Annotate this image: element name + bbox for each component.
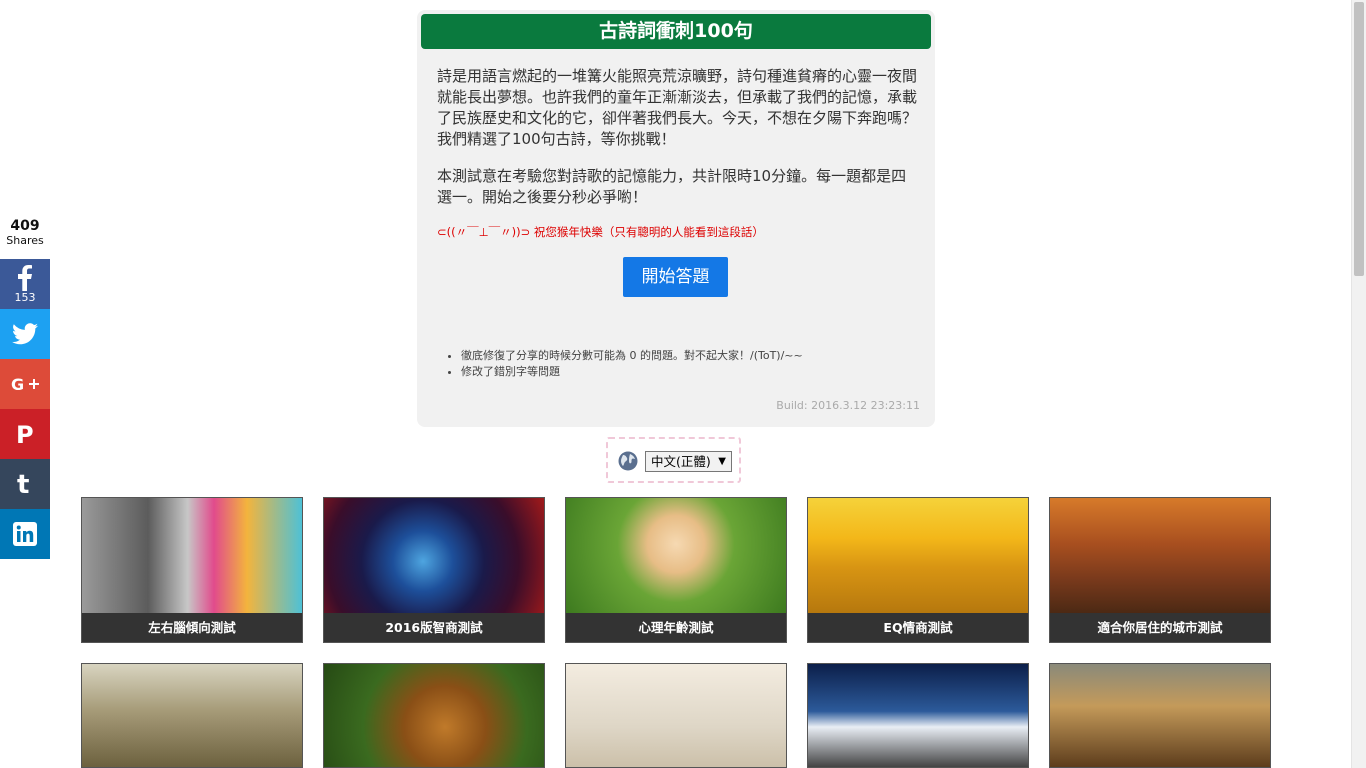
svg-text:G: G <box>11 375 24 394</box>
twitter-share-button[interactable] <box>0 309 50 359</box>
quiz-tile[interactable] <box>323 663 545 768</box>
quiz-tile-iq[interactable]: 2016版智商測試 <box>323 497 545 643</box>
linkedin-icon <box>13 522 37 546</box>
vertical-scrollbar[interactable] <box>1351 0 1366 768</box>
svg-text:t: t <box>17 471 29 497</box>
google-plus-icon: G <box>11 374 39 394</box>
quiz-title: 古詩詞衝刺100句 <box>421 14 931 49</box>
facebook-icon <box>18 264 32 291</box>
facebook-share-count: 153 <box>14 290 36 304</box>
dropdown-arrow-icon: ▼ <box>718 456 726 467</box>
changelog-list: 徹底修復了分享的時候分數可能為 0 的問題。對不起大家！/(ToT)/~~ 修改… <box>437 348 803 380</box>
share-counter: 409 Shares <box>0 218 50 248</box>
start-quiz-button[interactable]: 開始答題 <box>623 257 728 297</box>
language-dropdown[interactable]: 中文(正體) ▼ <box>645 451 732 472</box>
quiz-tile-mental-age[interactable]: 心理年齡測試 <box>565 497 787 643</box>
globe-icon <box>618 451 638 475</box>
quiz-tile-caption: 左右腦傾向測試 <box>82 613 302 642</box>
tumblr-share-button[interactable]: t <box>0 459 50 509</box>
quiz-thumbnail <box>82 498 302 613</box>
build-info: Build: 2016.3.12 23:23:11 <box>776 399 920 412</box>
changelog-item: 修改了錯別字等問題 <box>461 364 803 380</box>
quiz-tile-eq[interactable]: EQ情商測試 <box>807 497 1029 643</box>
quiz-thumbnail <box>324 498 544 613</box>
scrollbar-thumb[interactable] <box>1354 2 1364 276</box>
quiz-tile-caption: 2016版智商測試 <box>324 613 544 642</box>
quiz-tile[interactable] <box>1049 663 1271 768</box>
quiz-thumbnail <box>566 664 786 767</box>
changelog-item: 徹底修復了分享的時候分數可能為 0 的問題。對不起大家！/(ToT)/~~ <box>461 348 803 364</box>
quiz-thumbnail <box>82 664 302 767</box>
language-selected-value: 中文(正體) <box>651 454 711 469</box>
quiz-intro-card: 古詩詞衝刺100句 詩是用語言燃起的一堆篝火能照亮荒涼曠野，詩句種進貧瘠的心靈一… <box>417 10 935 427</box>
quiz-tile-caption: 適合你居住的城市測試 <box>1050 613 1270 642</box>
quiz-thumbnail <box>1050 498 1270 613</box>
quiz-thumbnail <box>1050 664 1270 767</box>
quiz-tile-caption: 心理年齡測試 <box>566 613 786 642</box>
quiz-tile[interactable] <box>565 663 787 768</box>
rules-paragraph: 本測試意在考驗您對詩歌的記憶能力，共計限時10分鐘。每一題都是四選一。開始之後要… <box>437 167 907 206</box>
quiz-tile-brain[interactable]: 左右腦傾向測試 <box>81 497 303 643</box>
easter-egg-note: ⊂((〃￣⊥￣〃))⊃ 祝您猴年快樂（只有聰明的人能看到這段話） <box>437 225 764 239</box>
google-plus-share-button[interactable]: G <box>0 359 50 409</box>
tumblr-icon: t <box>15 471 35 497</box>
quiz-thumbnail <box>324 664 544 767</box>
quiz-tile[interactable] <box>807 663 1029 768</box>
intro-paragraph: 詩是用語言燃起的一堆篝火能照亮荒涼曠野，詩句種進貧瘠的心靈一夜間就能長出夢想。也… <box>437 67 918 148</box>
twitter-icon <box>12 323 38 345</box>
facebook-share-button[interactable]: 153 <box>0 259 50 309</box>
quiz-tile[interactable] <box>81 663 303 768</box>
svg-text:P: P <box>16 421 34 447</box>
share-count-number: 409 <box>10 218 40 234</box>
share-count-label: Shares <box>6 234 44 247</box>
pinterest-icon: P <box>14 421 36 447</box>
pinterest-share-button[interactable]: P <box>0 409 50 459</box>
quiz-thumbnail <box>566 498 786 613</box>
linkedin-share-button[interactable] <box>0 509 50 559</box>
quiz-thumbnail <box>808 664 1028 767</box>
quiz-tile-city[interactable]: 適合你居住的城市測試 <box>1049 497 1271 643</box>
quiz-tile-caption: EQ情商測試 <box>808 613 1028 642</box>
language-selector: 中文(正體) ▼ <box>606 437 741 483</box>
quiz-thumbnail <box>808 498 1028 613</box>
